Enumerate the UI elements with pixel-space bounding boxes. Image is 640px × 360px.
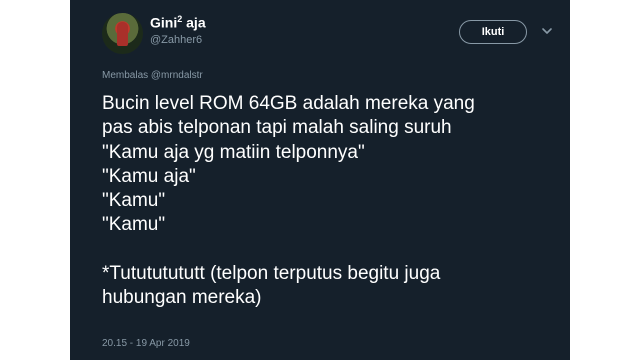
display-name-suffix: aja — [182, 14, 206, 31]
display-name-text: Gini — [150, 14, 178, 31]
avatar[interactable] — [102, 13, 143, 54]
follow-button[interactable]: Ikuti — [459, 20, 527, 44]
avatar-figure — [117, 22, 128, 46]
display-name[interactable]: Gini2 aja — [150, 14, 206, 31]
tweet-line: *Tutututututt (telpon terputus begitu ju… — [102, 263, 441, 285]
tweet-line — [102, 238, 562, 262]
reply-prefix: Membalas — [102, 70, 151, 81]
user-handle[interactable]: @Zahher6 — [150, 34, 202, 46]
reply-mention-link[interactable]: @mrndalstr — [151, 70, 203, 81]
tweet-line: hubungan mereka) — [102, 287, 262, 309]
tweet-text: Bucin level ROM 64GB adalah mereka yang … — [102, 92, 562, 311]
tweet-line: "Kamu" — [102, 190, 166, 212]
timestamp[interactable]: 20.15 - 19 Apr 2019 — [102, 338, 190, 349]
tweet-line: "Kamu aja" — [102, 165, 196, 187]
tweet-line: Bucin level ROM 64GB adalah mereka yang — [102, 93, 475, 114]
chevron-down-icon[interactable] — [540, 24, 554, 38]
tweet-line: "Kamu" — [102, 214, 166, 236]
tweet-card: Gini2 aja @Zahher6 Ikuti Membalas @mrnda… — [70, 0, 570, 360]
tweet-line: pas abis telponan tapi malah saling suru… — [102, 117, 452, 139]
tweet-line: "Kamu aja yg matiin telponnya" — [102, 141, 365, 163]
reply-context: Membalas @mrndalstr — [102, 70, 203, 81]
